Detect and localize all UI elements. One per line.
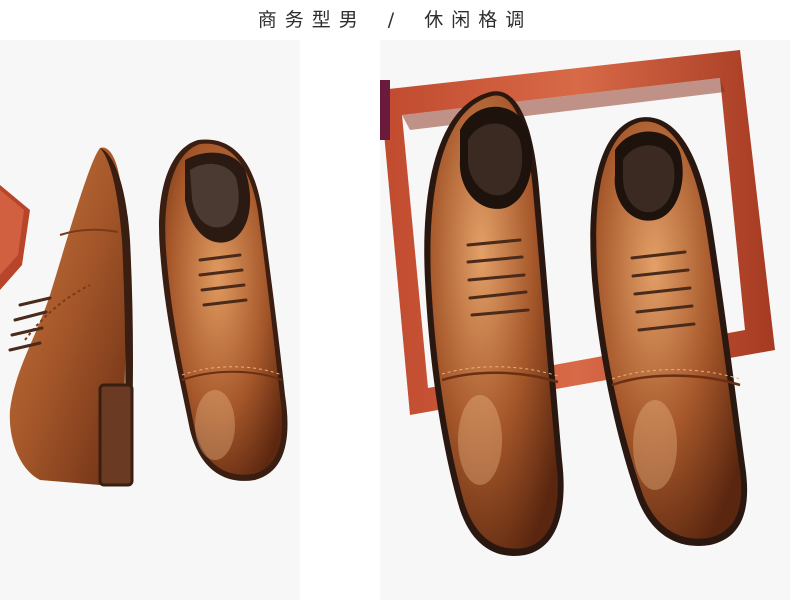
product-photo-left xyxy=(0,40,300,600)
headline-separator: / xyxy=(387,9,403,31)
wood-frame-corner xyxy=(0,185,30,290)
shoe-side-view xyxy=(8,147,134,487)
shoe-top-view xyxy=(159,139,288,481)
headline: 商务型男 / 休闲格调 xyxy=(0,6,790,34)
product-photo-right xyxy=(380,40,790,600)
headline-right: 休闲格调 xyxy=(424,9,533,31)
headline-left: 商务型男 xyxy=(257,9,366,31)
